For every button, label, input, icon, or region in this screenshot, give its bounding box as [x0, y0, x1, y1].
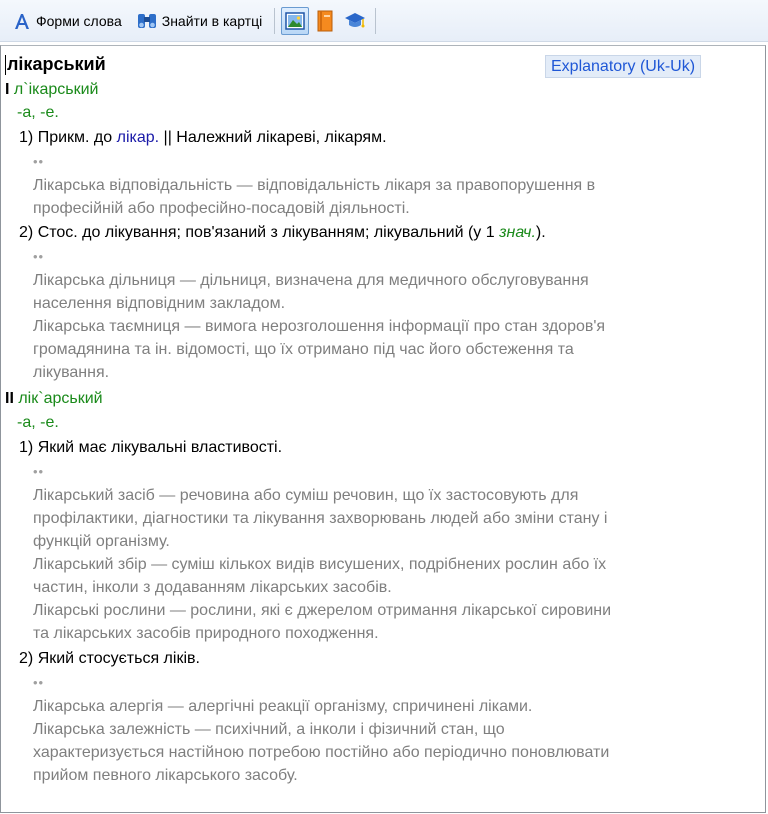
example-line: Лікарський засіб — речовина або суміш ре… — [33, 487, 579, 504]
sense-text: Який має лікувальні властивості. — [37, 439, 283, 456]
book-button[interactable] — [311, 7, 339, 35]
endings: -а, -е. — [17, 414, 59, 431]
sense-number: 2) — [19, 224, 34, 241]
example-line: Лікарська залежність — психічний, а інко… — [33, 721, 505, 738]
dictionary-badge[interactable]: Explanatory (Uk-Uk) — [545, 55, 702, 78]
example-line: характеризується настійною потребою пост… — [33, 744, 610, 761]
example-line: лікування. — [33, 364, 110, 381]
homonym-2-header: II лік`арський — [5, 390, 103, 408]
endings: -а, -е. — [17, 104, 59, 121]
book-icon — [317, 10, 333, 31]
example-marker: •• — [33, 675, 45, 690]
graduation-cap-icon — [345, 12, 366, 27]
sense-text-end: ). — [535, 224, 546, 241]
toolbar-separator — [274, 7, 276, 34]
find-in-card-label: Знайти в картці — [161, 12, 263, 29]
homonym-number: I — [5, 81, 10, 98]
letter-a-icon — [15, 13, 29, 29]
word-forms-label: Форми слова — [36, 12, 122, 29]
sense-1: 1) Прикм. до лікар. || Належний лікареві… — [19, 129, 387, 147]
example-line: Лікарський збір — суміш кількох видів ви… — [33, 556, 607, 573]
stressed-form: лік`арський — [18, 390, 103, 407]
word-forms-button[interactable]: Форми слова — [10, 6, 128, 36]
sense-text-extra: || Належний лікареві, лікарям. — [163, 129, 387, 146]
example-marker: •• — [33, 464, 45, 479]
graduation-button[interactable] — [341, 7, 369, 35]
example-line: профілактики, діагностики та лікування з… — [33, 510, 608, 527]
dictionary-card[interactable]: лікарський Explanatory (Uk-Uk) I л`ікарс… — [0, 45, 766, 813]
sense-2: 2) Стос. до лікування; пов'язаний з ліку… — [19, 224, 546, 242]
picture-icon — [285, 11, 305, 30]
sense-number: 2) — [19, 650, 34, 667]
abbreviation: знач. — [499, 224, 536, 241]
example-line: професійній або професійно-посадовій дія… — [33, 200, 410, 217]
headword: лікарський — [7, 54, 106, 74]
example-line: Лікарська дільниця — дільниця, визначена… — [33, 272, 589, 289]
toolbar: Форми слова Знайти в картці — [0, 0, 768, 42]
binoculars-icon — [137, 13, 156, 28]
toolbar-separator-end — [375, 7, 377, 34]
example-line: Лікарська відповідальність — відповідаль… — [33, 177, 596, 194]
example-line: частин, інколи з додаванням лікарських з… — [33, 579, 392, 596]
example-line: громадянина та ін. відомості, що їх отри… — [33, 341, 574, 358]
example-marker: •• — [33, 154, 45, 169]
example-line: населення відповідним закладом. — [33, 295, 286, 312]
sense-text: Який стосується ліків. — [37, 650, 200, 667]
image-view-button[interactable] — [281, 6, 310, 35]
example-line: функцій організму. — [33, 533, 170, 550]
example-line: прийом певного лікарського засобу. — [33, 767, 298, 784]
sense-number: 1) — [19, 439, 34, 456]
homonym-number: II — [5, 390, 14, 407]
example-line: Лікарські рослини — рослини, які є джере… — [33, 602, 612, 619]
sense-2: 2) Який стосується ліків. — [19, 650, 200, 668]
sense-number: 1) — [19, 129, 34, 146]
homonym-1-header: I л`ікарський — [5, 81, 98, 99]
find-in-card-button[interactable]: Знайти в картці — [134, 6, 268, 36]
example-marker: •• — [33, 249, 45, 264]
sense-1: 1) Який має лікувальні властивості. — [19, 439, 282, 457]
cross-reference-link[interactable]: лікар. — [117, 129, 159, 146]
sense-text: Стос. до лікування; пов'язаний з лікуван… — [37, 224, 495, 241]
example-line: Лікарська алергія — алергічні реакції ор… — [33, 698, 533, 715]
example-line: та лікарських засобів природного походже… — [33, 625, 379, 642]
stressed-form: л`ікарський — [13, 81, 99, 98]
text-cursor — [5, 55, 6, 75]
example-line: Лікарська таємниця — вимога нерозголошен… — [33, 318, 606, 335]
sense-text: Прикм. до — [37, 129, 113, 146]
